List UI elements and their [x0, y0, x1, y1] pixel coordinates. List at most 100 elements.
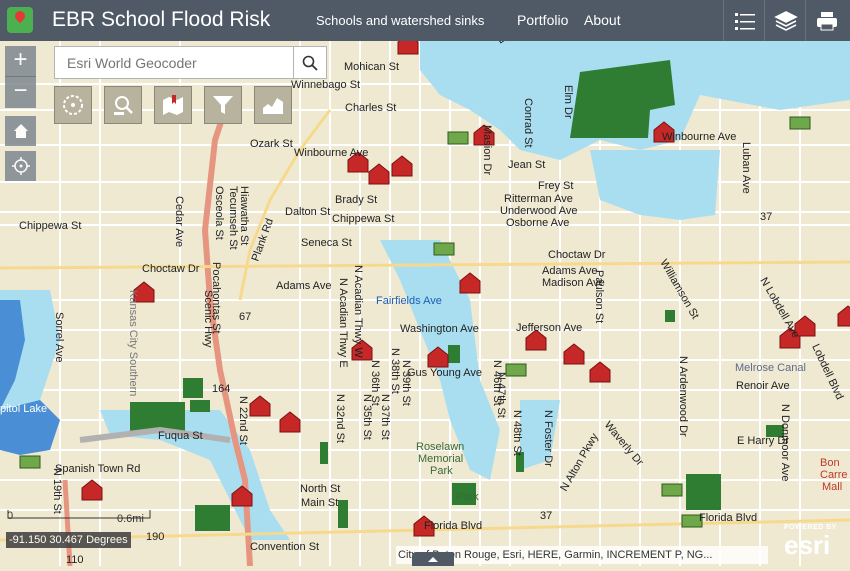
svg-text:Washington Ave: Washington Ave — [400, 323, 479, 335]
svg-text:Carre: Carre — [820, 469, 848, 481]
svg-text:Hiawatha St: Hiawatha St — [238, 186, 250, 245]
svg-text:Park: Park — [430, 465, 453, 477]
svg-text:N 19th St: N 19th St — [51, 468, 63, 514]
svg-text:Ritterman Ave: Ritterman Ave — [504, 193, 573, 205]
measure-tool-button[interactable] — [54, 86, 92, 124]
filter-tool-button[interactable] — [204, 86, 242, 124]
svg-text:Luban Ave: Luban Ave — [740, 142, 752, 194]
svg-text:Convention St: Convention St — [250, 541, 319, 553]
locate-icon — [11, 157, 30, 175]
svg-text:Melrose Canal: Melrose Canal — [735, 362, 806, 374]
svg-text:Tecumseh St: Tecumseh St — [227, 186, 239, 250]
coordinate-readout: -91.150 30.467 Degrees — [6, 532, 131, 548]
svg-text:Jean St: Jean St — [508, 159, 545, 171]
app-title: EBR School Flood Risk — [52, 8, 271, 31]
svg-text:Adams Ave: Adams Ave — [276, 280, 331, 292]
svg-text:164: 164 — [212, 383, 230, 395]
app-logo-icon — [7, 7, 33, 33]
home-button[interactable] — [5, 116, 36, 146]
svg-text:N 38th St: N 38th St — [389, 348, 401, 394]
svg-text:Mall: Mall — [822, 481, 842, 493]
esri-logo: POWERED BY esri — [780, 524, 842, 560]
nav-portfolio-link[interactable]: Portfolio — [517, 12, 568, 28]
app-header: EBR School Flood Risk Schools and waters… — [0, 0, 850, 41]
svg-text:Winbourne Ave: Winbourne Ave — [662, 131, 736, 143]
svg-text:37: 37 — [760, 211, 772, 223]
esri-brand-label: esri — [784, 530, 831, 560]
svg-text:N 48th St: N 48th St — [511, 410, 523, 456]
scale-start-label: 0 — [7, 510, 14, 522]
bookmark-icon — [163, 95, 183, 115]
svg-text:Conrad St: Conrad St — [522, 98, 534, 148]
search-button[interactable] — [293, 47, 326, 78]
bookmark-tool-button[interactable] — [154, 86, 192, 124]
svg-text:Florida Blvd: Florida Blvd — [424, 520, 482, 532]
elevation-profile-tool-button[interactable] — [254, 86, 292, 124]
svg-text:Sorrel Ave: Sorrel Ave — [53, 312, 65, 363]
svg-text:Fairfields Ave: Fairfields Ave — [376, 295, 442, 307]
svg-text:N Ardenwood Dr: N Ardenwood Dr — [677, 356, 689, 437]
svg-text:Gus Young Ave: Gus Young Ave — [407, 367, 482, 379]
attribution-toggle-button[interactable] — [412, 552, 454, 566]
svg-text:N Acadian Thwy W: N Acadian Thwy W — [352, 265, 364, 358]
svg-text:Winbourne Ave: Winbourne Ave — [294, 147, 368, 159]
svg-text:Osborne Ave: Osborne Ave — [506, 217, 569, 229]
print-button[interactable] — [805, 0, 847, 41]
svg-text:Choctaw Dr: Choctaw Dr — [142, 263, 200, 275]
svg-text:Underwood Ave: Underwood Ave — [500, 205, 577, 217]
svg-text:N Foster Dr: N Foster Dr — [542, 410, 554, 467]
legend-list-button[interactable] — [723, 0, 765, 41]
svg-text:Ozark St: Ozark St — [250, 138, 293, 150]
svg-text:Paulson St: Paulson St — [593, 270, 605, 323]
svg-text:Choctaw Dr: Choctaw Dr — [548, 249, 606, 261]
find-icon — [114, 96, 133, 115]
svg-text:Seneca St: Seneca St — [301, 237, 352, 249]
svg-text:N 35th St: N 35th St — [361, 394, 373, 440]
svg-text:Winnebago St: Winnebago St — [291, 79, 360, 91]
scale-end-label: 0.6mi — [117, 513, 144, 525]
svg-text:Main St: Main St — [301, 497, 338, 509]
zoom-control: + − — [5, 46, 36, 108]
svg-text:N 22nd St: N 22nd St — [237, 396, 249, 445]
svg-text:pitol Lake: pitol Lake — [0, 403, 47, 415]
svg-text:190: 190 — [146, 531, 164, 543]
layers-button[interactable] — [764, 0, 806, 41]
svg-text:Jefferson Ave: Jefferson Ave — [516, 322, 582, 334]
svg-text:N 32nd St: N 32nd St — [334, 394, 346, 443]
svg-text:Cedar Ave: Cedar Ave — [173, 196, 185, 247]
chevron-up-icon — [428, 557, 438, 562]
find-tool-button[interactable] — [104, 86, 142, 124]
svg-text:Fuqua St: Fuqua St — [158, 430, 203, 442]
svg-text:Charles St: Charles St — [345, 102, 396, 114]
svg-text:Memorial: Memorial — [418, 453, 463, 465]
svg-text:Mohican St: Mohican St — [344, 61, 399, 73]
elevation-profile-icon — [263, 98, 283, 114]
list-icon — [734, 12, 755, 30]
svg-text:Roselawn: Roselawn — [416, 441, 464, 453]
map-canvas[interactable]: Mohican St Winnebago St Charles St Ozark S… — [0, 0, 850, 567]
svg-text:N 37th St: N 37th St — [379, 394, 391, 440]
scale-bar: 0 0.6mi — [7, 510, 153, 530]
search-input[interactable] — [55, 47, 293, 78]
svg-text:Spanish Town Rd: Spanish Town Rd — [55, 463, 140, 475]
geocoder-search — [54, 46, 327, 79]
svg-text:Scenic Hwy: Scenic Hwy — [202, 290, 214, 348]
measure-icon — [63, 95, 83, 115]
search-icon — [302, 55, 318, 71]
svg-text:Florida Blvd: Florida Blvd — [699, 512, 757, 524]
nav-about-link[interactable]: About — [584, 12, 621, 28]
svg-text:Bon: Bon — [820, 457, 840, 469]
layers-icon — [773, 10, 798, 31]
svg-text:Adams Ave: Adams Ave — [542, 265, 597, 277]
svg-text:Osceola St: Osceola St — [213, 186, 225, 240]
print-icon — [816, 11, 837, 30]
zoom-in-button[interactable]: + — [5, 46, 36, 77]
svg-text:67: 67 — [239, 311, 251, 323]
filter-icon — [213, 96, 233, 114]
zoom-out-button[interactable]: − — [5, 77, 36, 107]
app-subtitle: Schools and watershed sinks — [316, 13, 485, 28]
locate-button[interactable] — [5, 151, 36, 181]
svg-text:Dalton St: Dalton St — [285, 206, 330, 218]
svg-text:37: 37 — [540, 510, 552, 522]
svg-text:Park: Park — [456, 491, 479, 503]
